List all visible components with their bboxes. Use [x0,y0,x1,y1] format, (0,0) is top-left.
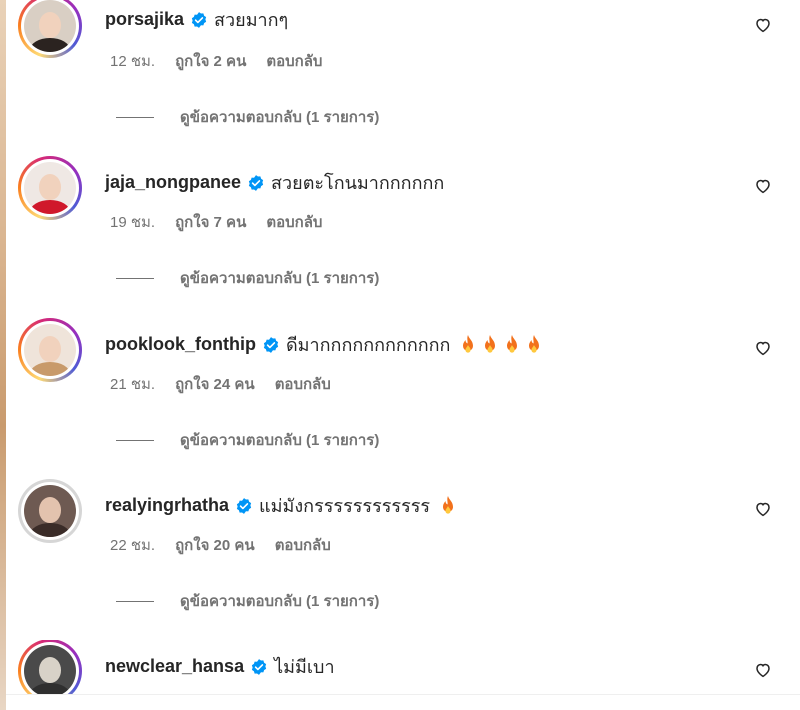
heart-icon[interactable] [754,500,772,518]
view-replies-button[interactable]: ดูข้อความตอบกลับ (1 รายการ) [116,589,379,613]
comment-likes[interactable]: ถูกใจ 20 คน [175,533,255,557]
reply-button[interactable]: ตอบกลับ [275,372,331,396]
view-replies-label: ดูข้อความตอบกลับ (1 รายการ) [180,270,380,287]
comment-username[interactable]: newclear_hansa [105,656,244,677]
avatar-story-ring[interactable] [18,479,82,543]
replies-divider [116,277,154,279]
comment-item: newclear_hansa ไม่มีเบา [0,640,794,694]
fire-emoji-icon [485,334,496,353]
reply-button[interactable]: ตอบกลับ [266,49,322,73]
comment-time[interactable]: 19 ชม. [110,210,155,234]
reply-button[interactable]: ตอบกลับ [275,533,331,557]
verified-badge-icon [251,658,267,675]
comment-text: สวยตะโกนมากกกกกก [271,173,445,193]
heart-icon[interactable] [754,177,772,195]
comment-likes[interactable]: ถูกใจ 24 คน [175,372,255,396]
view-replies-label: ดูข้อความตอบกลับ (1 รายการ) [180,432,380,449]
verified-badge-icon [248,174,264,191]
view-replies-button[interactable]: ดูข้อความตอบกลับ (1 รายการ) [116,105,379,129]
bottom-divider [6,694,800,695]
avatar[interactable] [24,0,76,52]
comment-item: realyingrhatha แม่มังกรรรรรรรรรรรร 22 ชม… [0,479,794,610]
comment-text: แม่มังกรรรรรรรรรรรร [259,496,431,516]
replies-divider [116,439,154,441]
comment-time[interactable]: 21 ชม. [110,372,155,396]
replies-divider [116,600,154,602]
comment-item: pooklook_fonthip ดีมากกกกกกกกกกกก 21 ชม.… [0,318,794,449]
avatar-story-ring[interactable] [18,318,82,382]
view-replies-label: ดูข้อความตอบกลับ (1 รายการ) [180,109,380,126]
comment-text: ไม่มีเบา [274,657,335,677]
comment-item: jaja_nongpanee สวยตะโกนมากกกกกก 19 ชม. ถ… [0,156,794,287]
avatar[interactable] [24,324,76,376]
view-replies-button[interactable]: ดูข้อความตอบกลับ (1 รายการ) [116,428,379,452]
comment-username[interactable]: realyingrhatha [105,495,229,516]
view-replies-button[interactable]: ดูข้อความตอบกลับ (1 รายการ) [116,266,379,290]
heart-icon[interactable] [754,16,772,34]
avatar[interactable] [24,485,76,537]
replies-divider [116,116,154,118]
verified-badge-icon [191,11,207,28]
comment-username[interactable]: jaja_nongpanee [105,172,241,193]
fire-emoji-icon [463,334,474,353]
comment-username[interactable]: porsajika [105,9,184,30]
view-replies-label: ดูข้อความตอบกลับ (1 รายการ) [180,593,380,610]
verified-badge-icon [236,497,252,514]
avatar[interactable] [24,645,76,694]
avatar-story-ring[interactable] [18,640,82,694]
comment-text: ดีมากกกกกกกกกกกก [285,335,451,355]
reply-button[interactable]: ตอบกลับ [266,210,322,234]
comment-text: สวยมากๆ [214,10,289,30]
fire-emoji-icon [507,334,518,353]
heart-icon[interactable] [754,339,772,357]
verified-badge-icon [263,336,279,353]
comment-time[interactable]: 12 ชม. [110,49,155,73]
comment-username[interactable]: pooklook_fonthip [105,334,256,355]
comment-time[interactable]: 22 ชม. [110,533,155,557]
avatar-story-ring[interactable] [18,156,82,220]
fire-emoji-icon [443,495,454,514]
heart-icon[interactable] [754,661,772,679]
avatar-story-ring[interactable] [18,0,82,58]
comment-likes[interactable]: ถูกใจ 7 คน [175,210,246,234]
avatar[interactable] [24,162,76,214]
comment-likes[interactable]: ถูกใจ 2 คน [175,49,246,73]
comment-item: porsajika สวยมากๆ 12 ชม. ถูกใจ 2 คน ตอบก… [0,0,794,126]
fire-emoji-icon [529,334,540,353]
